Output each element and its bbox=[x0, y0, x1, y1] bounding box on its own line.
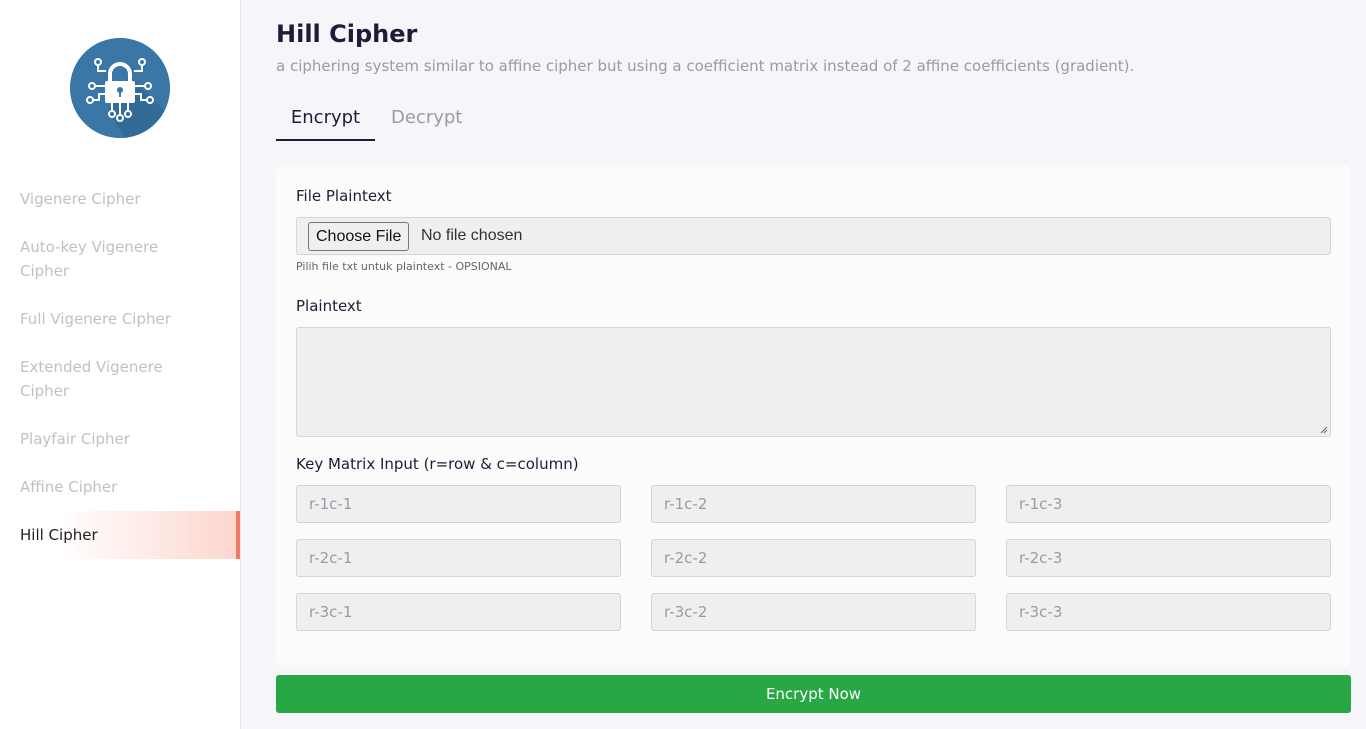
file-plaintext-label: File Plaintext bbox=[296, 187, 392, 205]
page-subtitle: a ciphering system similar to affine cip… bbox=[276, 57, 1135, 75]
sidebar-item-vigenere-cipher[interactable]: Vigenere Cipher bbox=[0, 187, 160, 211]
plaintext-textarea[interactable] bbox=[296, 327, 1331, 437]
file-status-text: No file chosen bbox=[421, 227, 523, 244]
matrix-input-r3c3[interactable]: r-3c-3 bbox=[1006, 593, 1331, 631]
encrypt-now-button[interactable]: Encrypt Now bbox=[276, 675, 1351, 713]
sidebar-item-extended-vigenere-cipher[interactable]: Extended Vigenere Cipher bbox=[0, 355, 190, 403]
matrix-input-r3c2[interactable]: r-3c-2 bbox=[651, 593, 976, 631]
sidebar-item-auto-key-vigenere-cipher[interactable]: Auto-key Vigenere Cipher bbox=[0, 235, 190, 283]
matrix-input-r2c2[interactable]: r-2c-2 bbox=[651, 539, 976, 577]
padlock-circuit-icon bbox=[70, 38, 170, 138]
tab-bar: Encrypt Decrypt bbox=[276, 104, 676, 142]
choose-file-button[interactable]: Choose File bbox=[308, 222, 410, 251]
sidebar-item-hill-cipher[interactable]: Hill Cipher bbox=[0, 511, 240, 559]
matrix-input-r1c2[interactable]: r-1c-2 bbox=[651, 485, 976, 523]
resize-handle-icon[interactable] bbox=[1320, 426, 1328, 434]
sidebar-item-affine-cipher[interactable]: Affine Cipher bbox=[0, 475, 137, 499]
page-title: Hill Cipher bbox=[276, 20, 418, 48]
file-help-text: Pilih file txt untuk plaintext - OPSIONA… bbox=[296, 260, 512, 273]
tab-encrypt[interactable]: Encrypt bbox=[276, 104, 375, 141]
sidebar: Vigenere Cipher Auto-key Vigenere Cipher… bbox=[0, 0, 241, 729]
matrix-input-r1c3[interactable]: r-1c-3 bbox=[1006, 485, 1331, 523]
matrix-input-r2c1[interactable]: r-2c-1 bbox=[296, 539, 621, 577]
matrix-input-r1c1[interactable]: r-1c-1 bbox=[296, 485, 621, 523]
sidebar-item-playfair-cipher[interactable]: Playfair Cipher bbox=[0, 427, 150, 451]
sidebar-item-full-vigenere-cipher[interactable]: Full Vigenere Cipher bbox=[0, 307, 191, 331]
tab-decrypt[interactable]: Decrypt bbox=[391, 104, 462, 141]
encrypt-form-card: File Plaintext Choose File No file chose… bbox=[276, 165, 1351, 667]
matrix-input-r2c3[interactable]: r-2c-3 bbox=[1006, 539, 1331, 577]
plaintext-label: Plaintext bbox=[296, 297, 362, 315]
file-input[interactable]: Choose File No file chosen bbox=[296, 217, 1331, 255]
matrix-input-r3c1[interactable]: r-3c-1 bbox=[296, 593, 621, 631]
key-matrix-label: Key Matrix Input (r=row & c=column) bbox=[296, 455, 579, 473]
